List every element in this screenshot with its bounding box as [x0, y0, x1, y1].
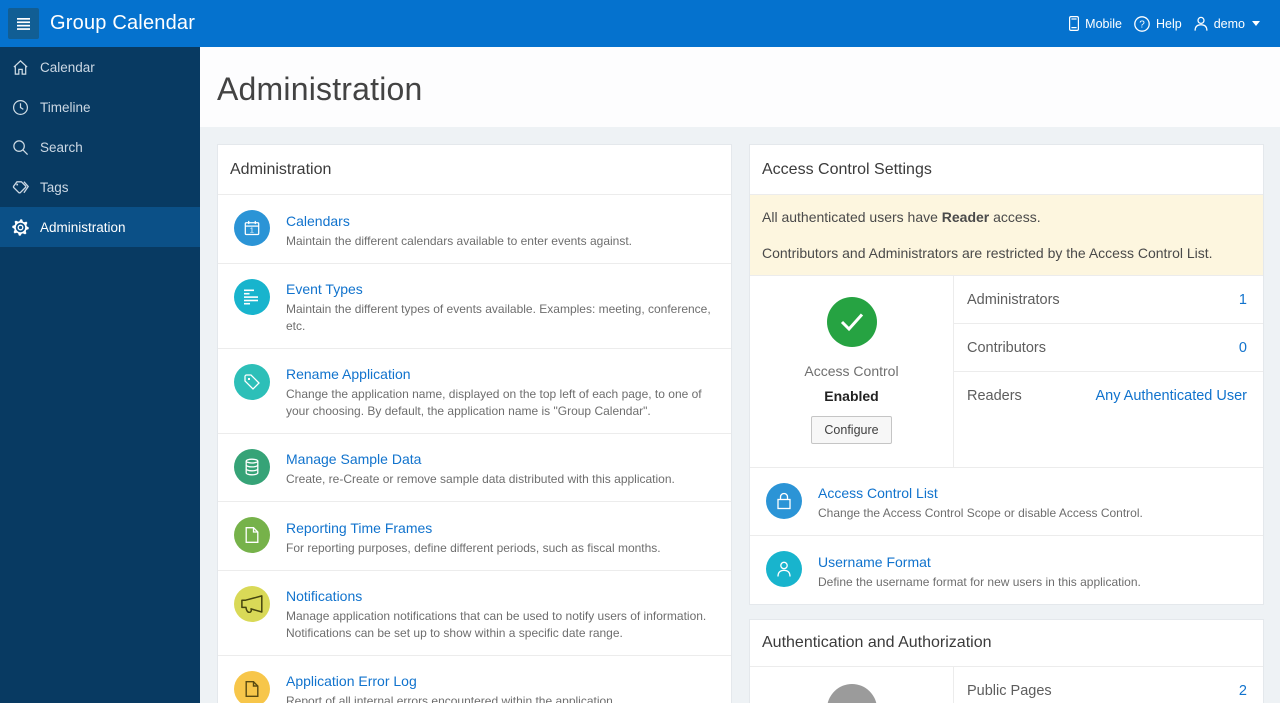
svg-text:?: ?	[1139, 19, 1145, 30]
svg-text:1: 1	[250, 226, 254, 235]
